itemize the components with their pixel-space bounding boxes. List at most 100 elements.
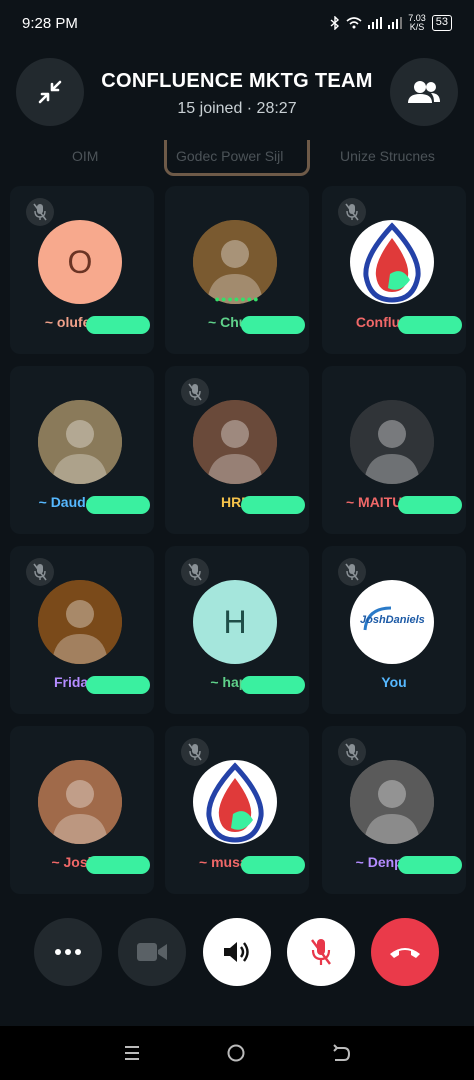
name-redaction	[86, 856, 150, 874]
speaker-icon	[224, 942, 249, 962]
recents-icon[interactable]	[123, 1044, 141, 1062]
profile-photo-icon	[38, 760, 122, 844]
more-dots-icon	[55, 949, 81, 955]
call-info: 15 joined · 28:27	[177, 100, 297, 117]
participant-avatar: H	[193, 580, 277, 664]
phone-hangup-icon	[390, 948, 420, 958]
participant-avatar	[350, 220, 434, 304]
call-controls	[0, 918, 474, 990]
muted-indicator	[26, 558, 54, 586]
profile-photo-icon	[350, 400, 434, 484]
avatar-initial: O	[67, 243, 93, 280]
speaking-indicator: ●●●●●●●	[214, 294, 260, 304]
battery-icon: 53	[431, 15, 452, 31]
video-button[interactable]	[118, 918, 186, 986]
participant-tile[interactable]: ~ MAITURARE	[322, 366, 466, 534]
mic-muted-icon	[345, 563, 359, 581]
name-redaction	[398, 316, 462, 334]
signal-icon-2	[388, 17, 403, 29]
home-icon[interactable]	[226, 1043, 246, 1063]
status-bar: 9:28 PM 7.03 K/S 53	[0, 0, 474, 46]
partial-name-right: Unize Strucnes	[340, 148, 435, 164]
video-off-icon	[137, 943, 167, 961]
mic-muted-icon	[188, 383, 202, 401]
scrolled-participants-row: OIM Godec Power Sijl Unize Strucnes	[0, 140, 474, 178]
josh-logo-text: JoshDaniels	[360, 614, 425, 626]
participant-avatar	[193, 760, 277, 844]
participant-avatar	[38, 760, 122, 844]
profile-photo-icon	[350, 760, 434, 844]
participants-button[interactable]	[390, 58, 458, 126]
participant-tile[interactable]: ~ Denpec N	[322, 726, 466, 894]
muted-indicator	[181, 738, 209, 766]
mic-muted-icon	[188, 743, 202, 761]
muted-indicator	[181, 378, 209, 406]
mic-muted-icon	[33, 563, 47, 581]
confluence-logo-icon	[363, 222, 421, 303]
name-redaction	[241, 316, 305, 334]
participant-tile[interactable]: ~ Dauda Mus	[10, 366, 154, 534]
profile-photo-icon	[193, 400, 277, 484]
name-redaction	[241, 856, 305, 874]
status-icons: 7.03 K/S 53	[330, 14, 452, 32]
group-title: CONFLUENCE MKTG TEAM	[101, 70, 373, 92]
muted-indicator	[26, 198, 54, 226]
mic-off-icon	[311, 939, 331, 965]
participant-tile[interactable]: HRM	[165, 366, 309, 534]
bluetooth-icon	[330, 16, 340, 30]
status-time: 9:28 PM	[22, 14, 78, 32]
minimize-button[interactable]	[16, 58, 84, 126]
speaker-button[interactable]	[203, 918, 271, 986]
network-speed: 7.03 K/S	[408, 14, 426, 32]
confluence-logo-icon	[206, 762, 264, 843]
participant-avatar: O	[38, 220, 122, 304]
mic-muted-icon	[33, 203, 47, 221]
participant-avatar: JoshDaniels	[350, 580, 434, 664]
name-redaction	[398, 496, 462, 514]
active-speaker-frame	[164, 140, 310, 176]
participant-avatar	[38, 400, 122, 484]
back-icon[interactable]	[331, 1044, 351, 1062]
call-header: CONFLUENCE MKTG TEAM 15 joined · 28:27	[0, 58, 474, 134]
more-options-button[interactable]	[34, 918, 102, 986]
mic-muted-icon	[345, 203, 359, 221]
name-redaction	[398, 856, 462, 874]
participant-tile[interactable]: ~ musa 525	[165, 726, 309, 894]
name-redaction	[86, 496, 150, 514]
name-redaction	[241, 496, 305, 514]
participant-tile[interactable]: ~ Joshua	[10, 726, 154, 894]
mic-muted-icon	[188, 563, 202, 581]
mic-muted-icon	[345, 743, 359, 761]
participant-tile[interactable]: Friday C	[10, 546, 154, 714]
participant-tile[interactable]: O ~ olufemiol	[10, 186, 154, 354]
participant-avatar	[193, 400, 277, 484]
participant-name: You	[381, 674, 407, 690]
name-redaction	[86, 676, 150, 694]
name-redaction	[86, 316, 150, 334]
group-icon	[408, 81, 440, 103]
muted-indicator	[338, 198, 366, 226]
muted-indicator	[338, 738, 366, 766]
avatar-initial: H	[223, 603, 247, 640]
participant-tile[interactable]: ●●●●●●● ~ Chukw	[165, 186, 309, 354]
profile-photo-icon	[193, 220, 277, 304]
minimize-icon	[38, 80, 62, 104]
participant-tile[interactable]: H ~ happy	[165, 546, 309, 714]
name-redaction	[241, 676, 305, 694]
participant-avatar	[193, 220, 277, 304]
muted-indicator	[338, 558, 366, 586]
mute-button[interactable]	[287, 918, 355, 986]
signal-icon	[368, 17, 383, 29]
profile-photo-icon	[38, 580, 122, 664]
participant-avatar	[350, 760, 434, 844]
partial-name-left: OIM	[72, 148, 99, 164]
muted-indicator	[181, 558, 209, 586]
participant-avatar	[350, 400, 434, 484]
participant-avatar	[38, 580, 122, 664]
profile-photo-icon	[38, 400, 122, 484]
speed-unit: K/S	[409, 22, 425, 32]
participant-tile[interactable]: Confluence	[322, 186, 466, 354]
wifi-icon	[346, 17, 362, 29]
end-call-button[interactable]	[371, 918, 439, 986]
participant-tile[interactable]: JoshDaniels You	[322, 546, 466, 714]
